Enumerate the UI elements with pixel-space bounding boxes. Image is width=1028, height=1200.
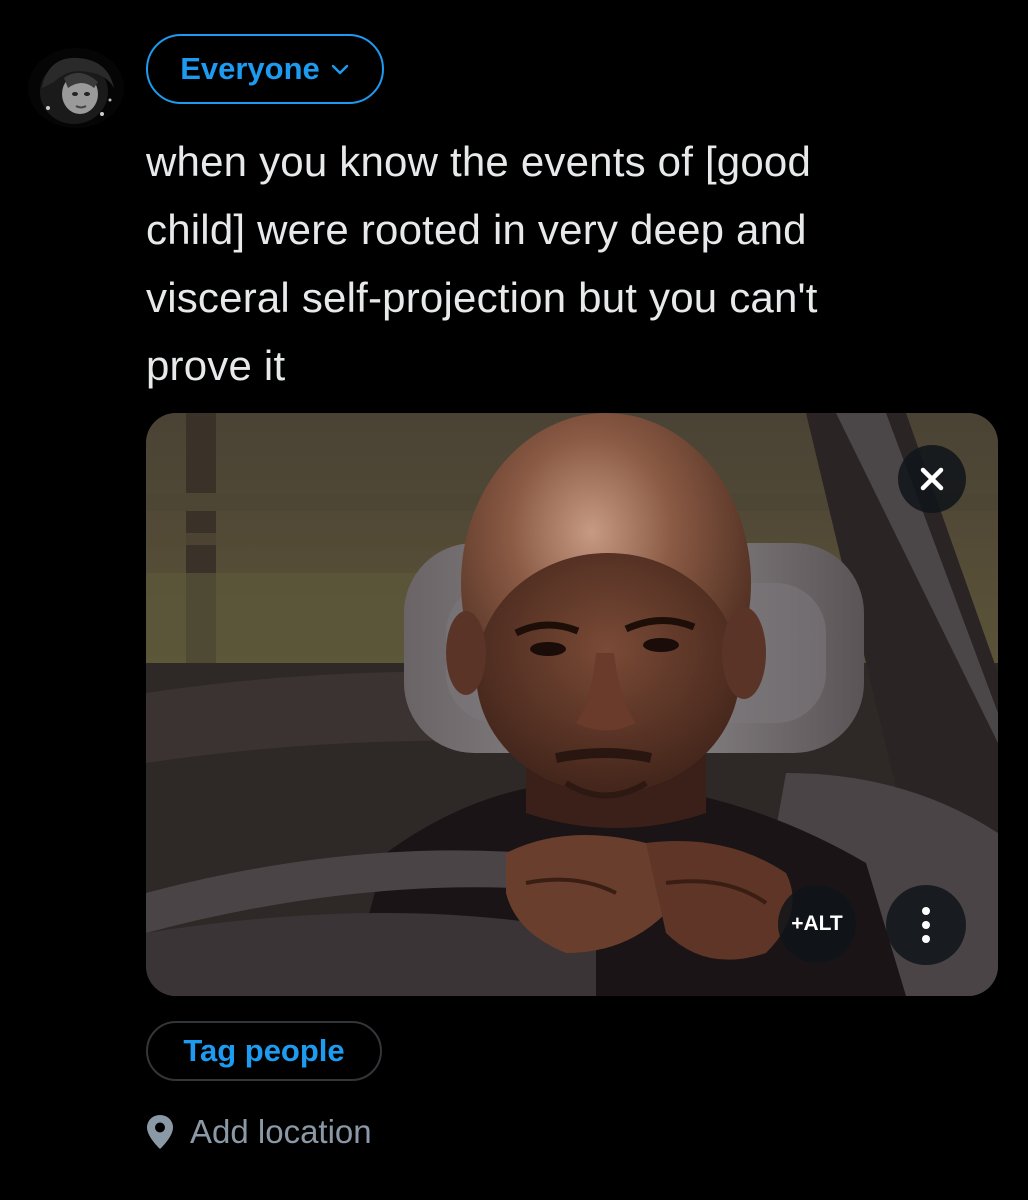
add-alt-text-button[interactable]: +ALT <box>778 885 856 963</box>
tag-people-label: Tag people <box>183 1033 345 1068</box>
add-location-button[interactable]: Add location <box>146 1106 372 1158</box>
remove-media-button[interactable] <box>898 445 966 513</box>
media-photo <box>146 413 998 996</box>
location-pin-icon <box>147 1115 173 1149</box>
more-vertical-icon <box>922 907 930 943</box>
close-icon <box>920 467 944 491</box>
avatar[interactable] <box>28 48 124 128</box>
audience-label: Everyone <box>180 51 320 86</box>
tag-people-button[interactable]: Tag people <box>146 1021 382 1081</box>
attached-media[interactable]: +ALT <box>146 413 998 996</box>
add-location-label: Add location <box>190 1113 372 1150</box>
audience-selector-button[interactable]: Everyone <box>146 34 384 104</box>
chevron-down-icon <box>331 64 348 75</box>
compose-text[interactable]: when you know the events of [good child]… <box>146 128 986 400</box>
media-more-button[interactable] <box>886 885 966 965</box>
